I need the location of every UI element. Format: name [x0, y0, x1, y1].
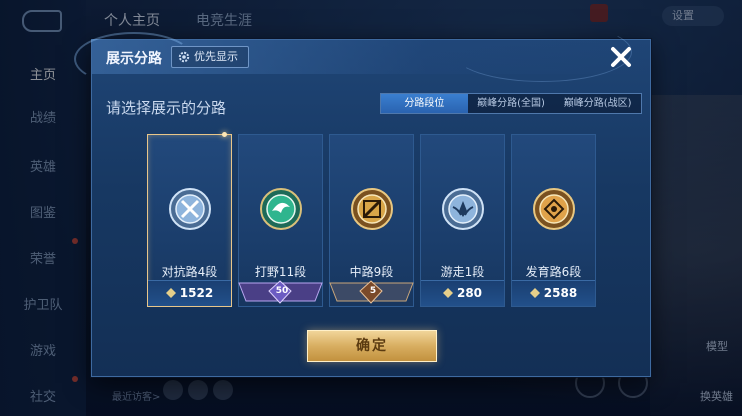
points-icon	[165, 288, 176, 298]
priority-display-label: 优先显示	[194, 50, 238, 63]
support-wings-icon	[442, 188, 484, 230]
lane-card-mid[interactable]: 中路9段 5	[329, 134, 414, 307]
lane-points: 1522	[148, 280, 231, 306]
marksman-target-icon	[533, 188, 575, 230]
tab-peak-lane-region[interactable]: 巅峰分路(战区)	[554, 94, 641, 113]
gear-icon	[178, 51, 190, 63]
close-icon[interactable]	[608, 44, 634, 70]
lane-name: 中路9段	[349, 265, 394, 279]
lane-name: 打野11段	[254, 265, 307, 279]
lane-display-dialog: 展示分路 优先显示 请选择展示的分路 分路段位 巅峰分路(全国) 巅峰分路(战区…	[74, 22, 651, 377]
header-decoration	[452, 22, 632, 82]
dialog-subtitle: 请选择展示的分路	[106, 99, 227, 117]
lane-name: 发育路6段	[525, 265, 582, 279]
lane-card-top[interactable]: 对抗路4段 1522	[147, 132, 232, 307]
points-icon	[442, 288, 453, 298]
lane-name: 游走1段	[440, 265, 485, 279]
star-count: 50	[275, 286, 289, 296]
lane-card-support[interactable]: 游走1段 280	[420, 134, 505, 307]
lane-name: 对抗路4段	[161, 265, 218, 279]
dialog-title: 展示分路	[106, 51, 162, 67]
lane-type-tabs: 分路段位 巅峰分路(全国) 巅峰分路(战区)	[380, 93, 642, 114]
tab-lane-rank[interactable]: 分路段位	[381, 94, 468, 113]
lane-points: 280	[421, 280, 504, 306]
mid-lane-slash-icon	[351, 188, 393, 230]
star-count: 5	[369, 286, 377, 296]
lane-card-farm[interactable]: 发育路6段 2588	[511, 134, 596, 307]
confirm-button[interactable]: 确定	[307, 330, 437, 362]
lane-card-jungle[interactable]: 打野11段 50	[238, 134, 323, 307]
shield-crossed-swords-icon	[169, 188, 211, 230]
jungle-dragon-icon	[260, 188, 302, 230]
priority-display-button[interactable]: 优先显示	[171, 46, 249, 68]
points-icon	[529, 288, 540, 298]
selection-marker	[222, 132, 227, 137]
tab-peak-lane-national[interactable]: 巅峰分路(全国)	[468, 94, 555, 113]
lane-points: 2588	[512, 280, 595, 306]
